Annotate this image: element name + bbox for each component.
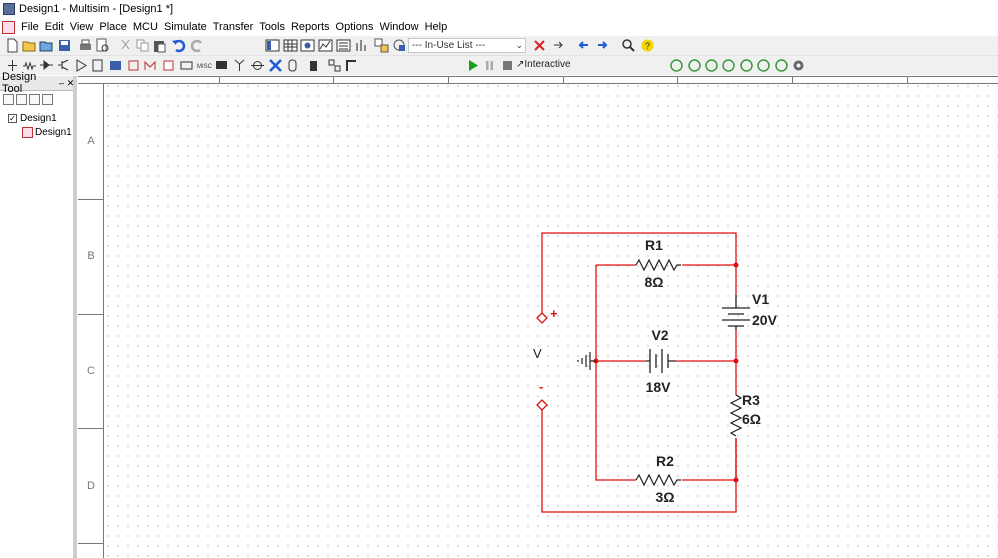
wire-left-loop[interactable] xyxy=(595,265,737,481)
junction-dot xyxy=(733,358,739,364)
label-r2-ref: R2 xyxy=(656,453,674,469)
label-r3-ref: R3 xyxy=(742,392,760,408)
wire-probe-top[interactable] xyxy=(541,232,737,315)
component-labels: R1 8Ω R2 3Ω R3 6Ω V1 20V V2 18V xyxy=(644,237,777,505)
label-v2-ref: V2 xyxy=(651,327,668,343)
wire-probe-bottom[interactable] xyxy=(541,408,737,513)
wires xyxy=(541,232,737,513)
label-v1-value: 20V xyxy=(752,312,778,328)
resistor-r1[interactable] xyxy=(635,258,681,272)
label-r3-value: 6Ω xyxy=(742,411,761,427)
junction-dot xyxy=(733,477,739,483)
junctions xyxy=(593,262,739,483)
label-v1-ref: V1 xyxy=(752,291,769,307)
resistor-r3[interactable] xyxy=(729,394,743,437)
battery-v2[interactable] xyxy=(646,349,676,373)
label-v2-value: 18V xyxy=(646,379,672,395)
probe-plus-terminal[interactable] xyxy=(536,312,548,324)
probe-minus-label: - xyxy=(539,379,543,394)
label-r1-value: 8Ω xyxy=(644,274,663,290)
ground-symbol xyxy=(577,352,596,370)
label-r2-value: 3Ω xyxy=(655,489,674,505)
probe-plus-label: + xyxy=(550,306,558,321)
probe-v-label: V xyxy=(533,346,542,361)
voltage-probe-terminals xyxy=(536,312,548,411)
resistor-r2[interactable] xyxy=(635,473,681,487)
circuit-schematic: R1 8Ω R2 3Ω R3 6Ω V1 20V V2 18V + V - xyxy=(533,232,778,513)
junction-dot xyxy=(733,262,739,268)
probe-minus-terminal[interactable] xyxy=(536,399,548,411)
battery-v1[interactable] xyxy=(722,295,750,330)
label-r1-ref: R1 xyxy=(645,237,663,253)
